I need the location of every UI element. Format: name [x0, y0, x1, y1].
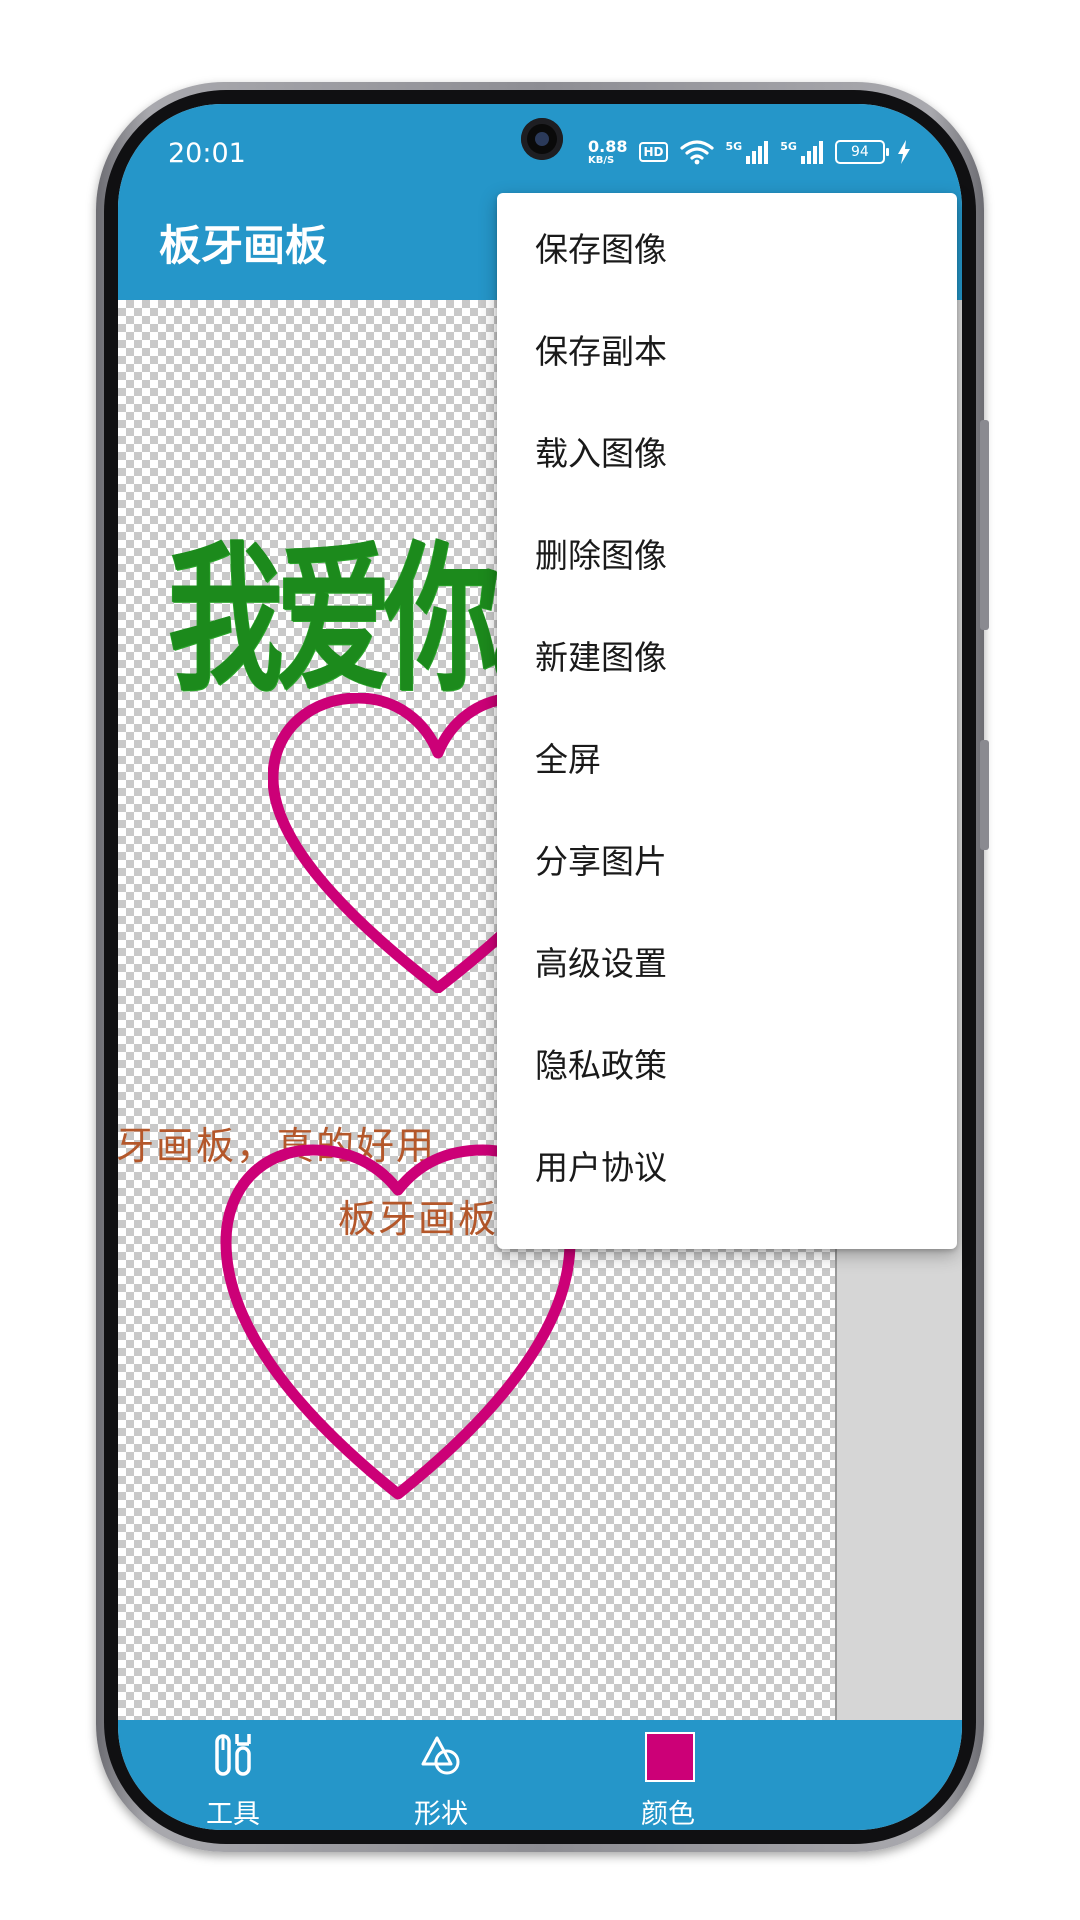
- tab-shape[interactable]: 形状: [381, 1720, 501, 1830]
- tab-color[interactable]: 颜色: [608, 1720, 728, 1830]
- volume-button: [980, 420, 989, 630]
- menu-item-save-copy[interactable]: 保存副本: [497, 301, 957, 403]
- shapes-icon: [421, 1736, 460, 1775]
- menu-item-fullscreen[interactable]: 全屏: [497, 709, 957, 811]
- bottom-toolbar: 工具 形状 颜色: [118, 1720, 962, 1830]
- charging-icon: [897, 140, 910, 164]
- network-speed: 0.88 KB/S: [588, 138, 627, 167]
- signal-icon: 5G: [726, 140, 769, 164]
- overflow-menu: 保存图像 保存副本 载入图像 删除图像 新建图像 全屏 分享图片 高级设置 隐私…: [497, 193, 957, 1249]
- tab-tools-label: 工具: [206, 1799, 260, 1830]
- tab-color-label: 颜色: [641, 1799, 695, 1830]
- menu-item-new-image[interactable]: 新建图像: [497, 607, 957, 709]
- tab-shape-label: 形状: [414, 1799, 468, 1830]
- network-speed-unit: KB/S: [588, 154, 615, 166]
- app-title: 板牙画板: [159, 221, 328, 270]
- battery-icon: 94: [834, 140, 889, 164]
- color-swatch: [645, 1732, 695, 1782]
- menu-item-user-agreement[interactable]: 用户协议: [497, 1117, 957, 1219]
- menu-item-delete-image[interactable]: 删除图像: [497, 505, 957, 607]
- signal-icon-2: 5G: [780, 140, 823, 164]
- network-speed-value: 0.88: [588, 136, 628, 156]
- signal-label-1: 5G: [725, 140, 743, 153]
- signal-label-2: 5G: [780, 140, 797, 153]
- menu-item-load-image[interactable]: 载入图像: [497, 403, 957, 505]
- status-icons: 0.88 KB/S HD 5G 5G 94: [588, 132, 911, 172]
- tools-icon: [215, 1734, 251, 1776]
- wifi-icon: [679, 140, 714, 165]
- status-time: 20:01: [168, 138, 246, 169]
- menu-item-privacy-policy[interactable]: 隐私政策: [497, 1015, 957, 1117]
- front-camera: [521, 118, 563, 160]
- tab-tools[interactable]: 工具: [173, 1720, 293, 1830]
- menu-item-share-image[interactable]: 分享图片: [497, 811, 957, 913]
- menu-item-advanced-settings[interactable]: 高级设置: [497, 913, 957, 1015]
- hd-badge: HD: [639, 142, 668, 162]
- battery-level: 94: [850, 144, 869, 160]
- power-button: [980, 740, 989, 850]
- menu-item-save-image[interactable]: 保存图像: [497, 199, 957, 301]
